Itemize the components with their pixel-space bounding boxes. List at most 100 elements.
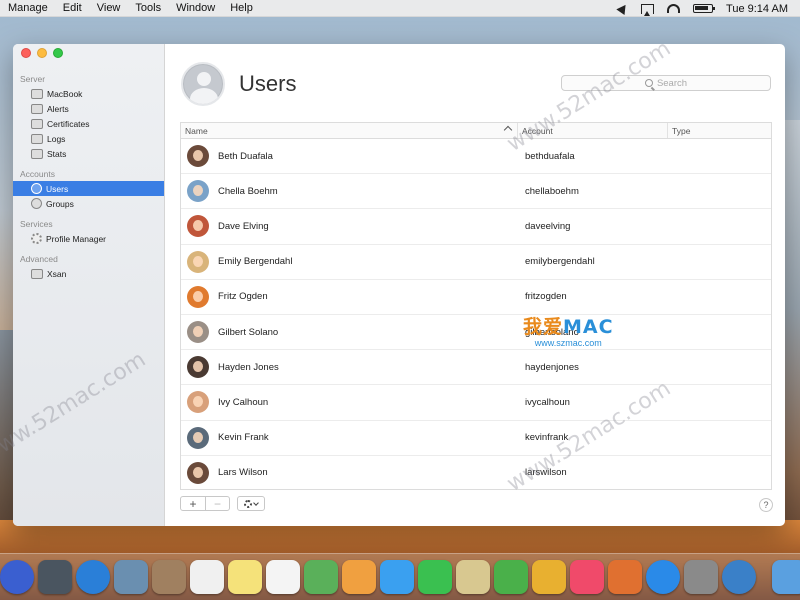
chevron-down-icon [253, 499, 259, 506]
sidebar-item-users[interactable]: Users [13, 181, 164, 196]
dock-app-icon[interactable] [772, 560, 800, 594]
page-title: Users [239, 71, 297, 96]
dock-app-icon[interactable] [76, 560, 110, 594]
sidebar-item-label: Stats [47, 148, 67, 159]
menu-help[interactable]: Help [230, 2, 253, 14]
main-content: Users Search Name Account Type Beth Duaf… [165, 44, 785, 526]
cell-name: Beth Duafala [181, 145, 518, 168]
dock-app-icon[interactable] [456, 560, 490, 594]
table-row[interactable]: Beth Duafala bethduafala [181, 139, 771, 175]
menu-manage[interactable]: Manage [8, 2, 48, 14]
dock-app-icon[interactable] [418, 560, 452, 594]
dock-app-icon[interactable] [684, 560, 718, 594]
dock-app-icon[interactable] [342, 560, 376, 594]
column-header-label: Type [672, 125, 691, 136]
dock-app-icon[interactable] [0, 560, 34, 594]
cell-name: Chella Boehm [181, 180, 518, 203]
table-row[interactable]: Chella Boehm chellaboehm [181, 174, 771, 210]
cell-name: Gilbert Solano [181, 321, 518, 344]
gear-icon [244, 499, 252, 508]
sidebar-item-certificates[interactable]: Certificates [13, 116, 164, 131]
user-avatar [187, 215, 209, 238]
table-row[interactable]: Kevin Frank kevinfrank [181, 421, 771, 456]
help-button[interactable]: ? [759, 498, 773, 512]
stats-icon [31, 148, 43, 159]
table-row[interactable]: Dave Elving daveelving [181, 209, 771, 245]
dock-app-icon[interactable] [190, 560, 224, 594]
table-header: Name Account Type [181, 123, 771, 139]
dock-app-icon[interactable] [266, 560, 300, 594]
logo-text-mac: MAC [563, 316, 614, 338]
close-button[interactable] [21, 48, 31, 58]
airplay-icon[interactable] [641, 3, 655, 16]
sidebar-item-label: Groups [46, 198, 74, 209]
remove-user-button[interactable]: − [205, 497, 229, 511]
column-header-type[interactable]: Type [668, 123, 771, 138]
laptop-icon [31, 88, 43, 99]
battery-icon[interactable] [693, 4, 716, 13]
user-avatar [187, 285, 209, 308]
cell-name: Emily Bergendahl [181, 250, 518, 273]
sidebar-section-advanced: Advanced [20, 254, 58, 264]
xsan-icon [31, 268, 43, 279]
user-name: Chella Boehm [218, 185, 278, 197]
sidebar-section-server: Server [20, 74, 46, 84]
user-avatar [187, 180, 209, 203]
cell-name: Hayden Jones [181, 356, 518, 379]
sidebar-item-alerts[interactable]: Alerts [13, 101, 164, 116]
dock-app-icon[interactable] [494, 560, 528, 594]
location-icon[interactable] [616, 1, 630, 16]
sidebar-item-label: Xsan [47, 268, 67, 279]
cell-account: bethduafala [525, 150, 575, 162]
menu-edit[interactable]: Edit [63, 2, 82, 14]
dock [0, 553, 800, 600]
dock-app-icon[interactable] [304, 560, 338, 594]
dock-app-icon[interactable] [532, 560, 566, 594]
sidebar-item-macbook[interactable]: MacBook [13, 86, 164, 101]
sidebar-item-logs[interactable]: Logs [13, 131, 164, 146]
cell-name: Dave Elving [181, 215, 518, 238]
menu-view[interactable]: View [97, 2, 121, 14]
table-row[interactable]: Gilbert Solano gilbertsolano [181, 315, 771, 351]
user-avatar [187, 461, 209, 484]
window-controls [21, 48, 63, 58]
table-row[interactable]: Emily Bergendahl emilybergendahl [181, 245, 771, 280]
zoom-button[interactable] [53, 48, 63, 58]
dock-app-icon[interactable] [380, 560, 414, 594]
dock-app-icon[interactable] [152, 560, 186, 594]
cell-name: Lars Wilson [181, 461, 518, 484]
cell-name: Kevin Frank [181, 426, 518, 449]
sidebar-item-label: Users [46, 183, 69, 194]
add-user-button[interactable]: + [181, 497, 205, 511]
dock-app-icon[interactable] [38, 560, 72, 594]
action-menu-button[interactable] [237, 496, 265, 511]
sidebar-item-xsan[interactable]: Xsan [13, 266, 164, 281]
menu-tools[interactable]: Tools [135, 2, 161, 14]
user-name: Gilbert Solano [218, 326, 279, 338]
minimize-button[interactable] [37, 48, 47, 58]
dock-app-icon[interactable] [114, 560, 148, 594]
dock-app-icon[interactable] [722, 560, 756, 594]
user-avatar [187, 145, 209, 168]
menu-window[interactable]: Window [176, 2, 215, 14]
sidebar-item-profile-manager[interactable]: Profile Manager [13, 231, 164, 246]
table-row[interactable]: Hayden Jones haydenjones [181, 350, 771, 386]
menubar-clock[interactable]: Tue 9:14 AM [726, 3, 788, 15]
certificate-icon [31, 118, 43, 129]
table-row[interactable]: Lars Wilson larswilson [181, 456, 771, 489]
sidebar-item-groups[interactable]: Groups [13, 196, 164, 211]
profile-manager-icon [31, 233, 42, 244]
dock-app-icon[interactable] [646, 560, 680, 594]
add-remove-control: + − [180, 496, 230, 511]
table-row[interactable]: Fritz Ogden fritzogden [181, 280, 771, 315]
sidebar-item-label: Logs [47, 133, 66, 144]
logo-url: www.szmac.com [534, 338, 602, 348]
sidebar-item-stats[interactable]: Stats [13, 146, 164, 161]
dock-app-icon[interactable] [570, 560, 604, 594]
user-name: Dave Elving [218, 220, 269, 232]
table-row[interactable]: Ivy Calhoun ivycalhoun [181, 385, 771, 421]
dock-app-icon[interactable] [608, 560, 642, 594]
column-header-name[interactable]: Name [181, 123, 518, 138]
wifi-icon[interactable] [667, 4, 681, 13]
dock-app-icon[interactable] [228, 560, 262, 594]
